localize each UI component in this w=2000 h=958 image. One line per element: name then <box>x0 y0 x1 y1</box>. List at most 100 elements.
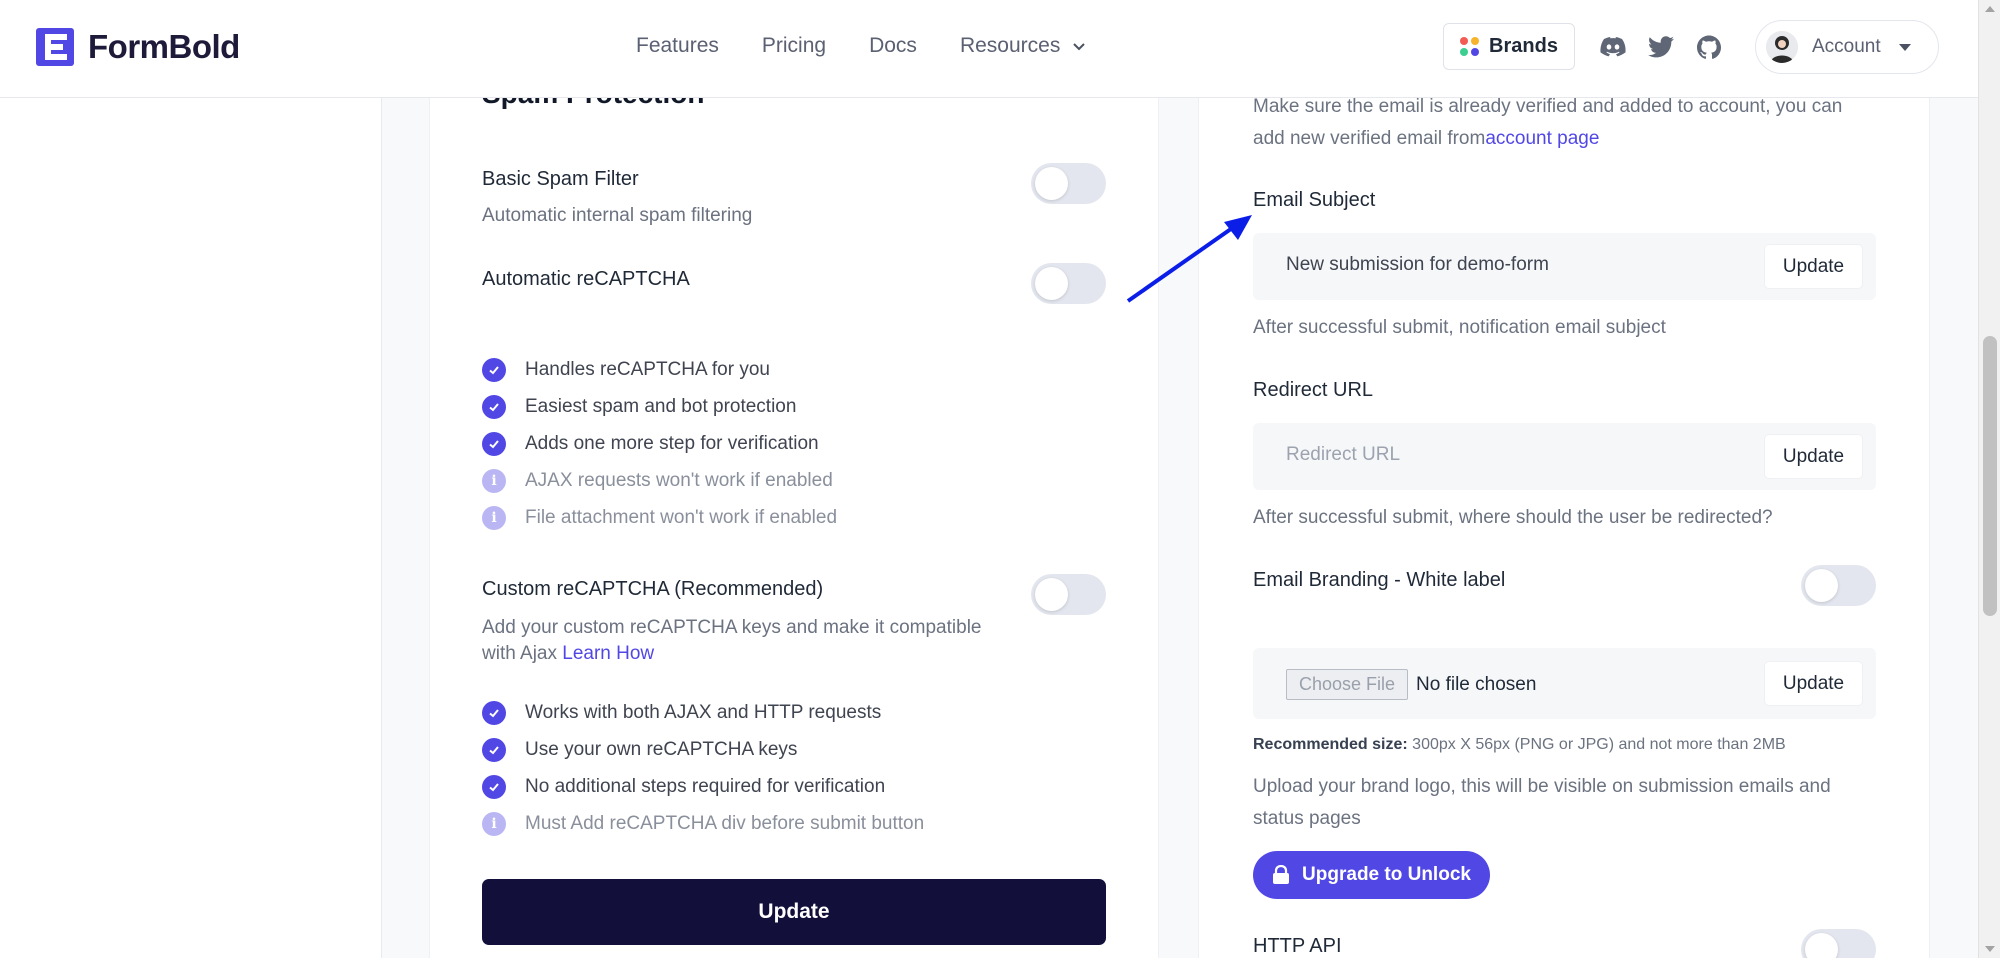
nav-resources[interactable]: Resources <box>960 34 1086 58</box>
scroll-down-arrow-icon[interactable] <box>1985 946 1995 952</box>
list-item: i Must Add reCAPTCHA div before submit b… <box>482 805 924 842</box>
main-nav: Features Pricing Docs Resources <box>636 34 1086 58</box>
basic-spam-filter-label: Basic Spam Filter <box>482 168 639 190</box>
choose-file-button[interactable]: Choose File <box>1286 669 1408 700</box>
list-item: No additional steps required for verific… <box>482 768 924 805</box>
custom-recaptcha-label: Custom reCAPTCHA (Recommended) <box>482 578 824 600</box>
brand-logo-help: Upload your brand logo, this will be vis… <box>1253 771 1831 835</box>
list-item-text: Works with both AJAX and HTTP requests <box>525 701 882 723</box>
email-subject-label: Email Subject <box>1253 189 1376 211</box>
list-item-text: AJAX requests won't work if enabled <box>525 469 833 491</box>
list-item-text: Handles reCAPTCHA for you <box>525 358 770 380</box>
social-links <box>1600 35 1722 59</box>
redirect-url-update-button[interactable]: Update <box>1764 434 1863 479</box>
caret-down-icon <box>1898 43 1911 51</box>
chevron-down-icon <box>1073 43 1086 51</box>
list-item: Adds one more step for verification <box>482 425 837 462</box>
automatic-recaptcha-toggle[interactable] <box>1031 263 1106 304</box>
brand-logo-update-button[interactable]: Update <box>1764 661 1863 706</box>
list-item-text: Adds one more step for verification <box>525 432 819 454</box>
check-circle-icon <box>482 774 506 799</box>
verify-email-line2: add new verified email from <box>1253 128 1486 149</box>
email-subject-input[interactable]: New submission for demo-form <box>1286 254 1549 276</box>
lock-icon <box>1273 865 1290 884</box>
scrollbar-thumb[interactable] <box>1983 336 1997 616</box>
list-item: i AJAX requests won't work if enabled <box>482 462 837 499</box>
check-circle-icon <box>482 737 506 762</box>
list-item-text: Use your own reCAPTCHA keys <box>525 738 798 760</box>
check-circle-icon <box>482 431 506 456</box>
upgrade-to-unlock-button[interactable]: Upgrade to Unlock <box>1253 851 1490 899</box>
list-item-text: Easiest spam and bot protection <box>525 395 797 417</box>
brand-logo-help-line1: Upload your brand logo, this will be vis… <box>1253 776 1831 797</box>
custom-recaptcha-features: Works with both AJAX and HTTP requests U… <box>482 694 924 842</box>
email-subject-update-button[interactable]: Update <box>1764 244 1863 289</box>
brands-label: Brands <box>1489 35 1558 57</box>
twitter-icon[interactable] <box>1648 35 1674 59</box>
list-item: Handles reCAPTCHA for you <box>482 351 837 388</box>
http-api-label: HTTP API <box>1253 935 1342 957</box>
check-circle-icon <box>482 357 506 382</box>
logo[interactable]: FormBold <box>36 28 240 66</box>
info-circle-icon: i <box>482 811 506 836</box>
check-circle-icon <box>482 700 506 725</box>
scroll-up-arrow-icon[interactable] <box>1985 6 1995 12</box>
email-branding-label: Email Branding - White label <box>1253 569 1506 591</box>
email-subject-help: After successful submit, notification em… <box>1253 317 1666 338</box>
file-input[interactable]: Choose File No file chosen <box>1286 669 1536 700</box>
custom-recaptcha-toggle[interactable] <box>1031 574 1106 615</box>
list-item-text: File attachment won't work if enabled <box>525 506 838 528</box>
vertical-scrollbar[interactable] <box>1978 0 2000 958</box>
list-item-text: No additional steps required for verific… <box>525 775 886 797</box>
http-api-toggle[interactable] <box>1801 929 1876 958</box>
toggle-knob <box>1035 167 1068 200</box>
discord-icon[interactable] <box>1600 35 1626 59</box>
nav-docs[interactable]: Docs <box>869 34 917 58</box>
email-subject-field: New submission for demo-form Update <box>1253 233 1876 300</box>
check-circle-icon <box>482 394 506 419</box>
toggle-knob <box>1805 933 1838 958</box>
redirect-url-field: Redirect URL Update <box>1253 423 1876 490</box>
list-item: Works with both AJAX and HTTP requests <box>482 694 924 731</box>
list-item-text: Must Add reCAPTCHA div before submit but… <box>525 812 925 834</box>
recommended-size-label: Recommended size: <box>1253 736 1408 753</box>
spam-update-button[interactable]: Update <box>482 879 1106 945</box>
automatic-recaptcha-features: Handles reCAPTCHA for you Easiest spam a… <box>482 351 837 536</box>
top-navbar: FormBold Features Pricing Docs Resources… <box>0 0 1978 98</box>
learn-how-link[interactable]: Learn How <box>562 643 654 664</box>
toggle-knob <box>1035 267 1068 300</box>
verify-email-line2-wrap: add new verified email fromaccount page <box>1253 123 1842 155</box>
nav-features[interactable]: Features <box>636 34 719 58</box>
list-item: i File attachment won't work if enabled <box>482 499 837 536</box>
avatar <box>1766 31 1798 63</box>
basic-spam-filter-sub: Automatic internal spam filtering <box>482 205 753 226</box>
list-item: Easiest spam and bot protection <box>482 388 837 425</box>
redirect-url-input[interactable]: Redirect URL <box>1286 444 1400 466</box>
account-page-link[interactable]: account page <box>1485 128 1599 149</box>
info-circle-icon: i <box>482 505 506 530</box>
automatic-recaptcha-label: Automatic reCAPTCHA <box>482 268 690 290</box>
redirect-url-help: After successful submit, where should th… <box>1253 507 1773 528</box>
list-item: Use your own reCAPTCHA keys <box>482 731 924 768</box>
account-menu[interactable]: Account <box>1755 20 1939 74</box>
redirect-url-label: Redirect URL <box>1253 379 1374 401</box>
custom-recaptcha-sub: Add your custom reCAPTCHA keys and make … <box>482 615 981 667</box>
custom-recaptcha-sub-line1: Add your custom reCAPTCHA keys and make … <box>482 617 982 638</box>
brands-dots-icon <box>1460 37 1480 56</box>
logo-text: FormBold <box>88 28 240 65</box>
brand-logo-upload-field: Choose File No file chosen Update <box>1253 648 1876 719</box>
email-branding-toggle[interactable] <box>1801 565 1876 606</box>
verify-email-note: Make sure the email is already verified … <box>1253 91 1842 155</box>
formbold-logo-icon <box>36 28 74 66</box>
basic-spam-filter-toggle[interactable] <box>1031 163 1106 204</box>
no-file-text: No file chosen <box>1416 673 1537 695</box>
annotation-arrow-icon <box>1126 215 1252 303</box>
recommended-size-value: 300px X 56px (PNG or JPG) and not more t… <box>1412 736 1786 753</box>
brands-button[interactable]: Brands <box>1443 23 1575 70</box>
nav-pricing[interactable]: Pricing <box>762 34 826 58</box>
upgrade-label: Upgrade to Unlock <box>1302 864 1471 885</box>
nav-resources-label: Resources <box>959 34 1061 57</box>
custom-recaptcha-sub-line2: with Ajax <box>482 643 557 664</box>
info-circle-icon: i <box>482 468 506 493</box>
github-icon[interactable] <box>1696 35 1722 59</box>
